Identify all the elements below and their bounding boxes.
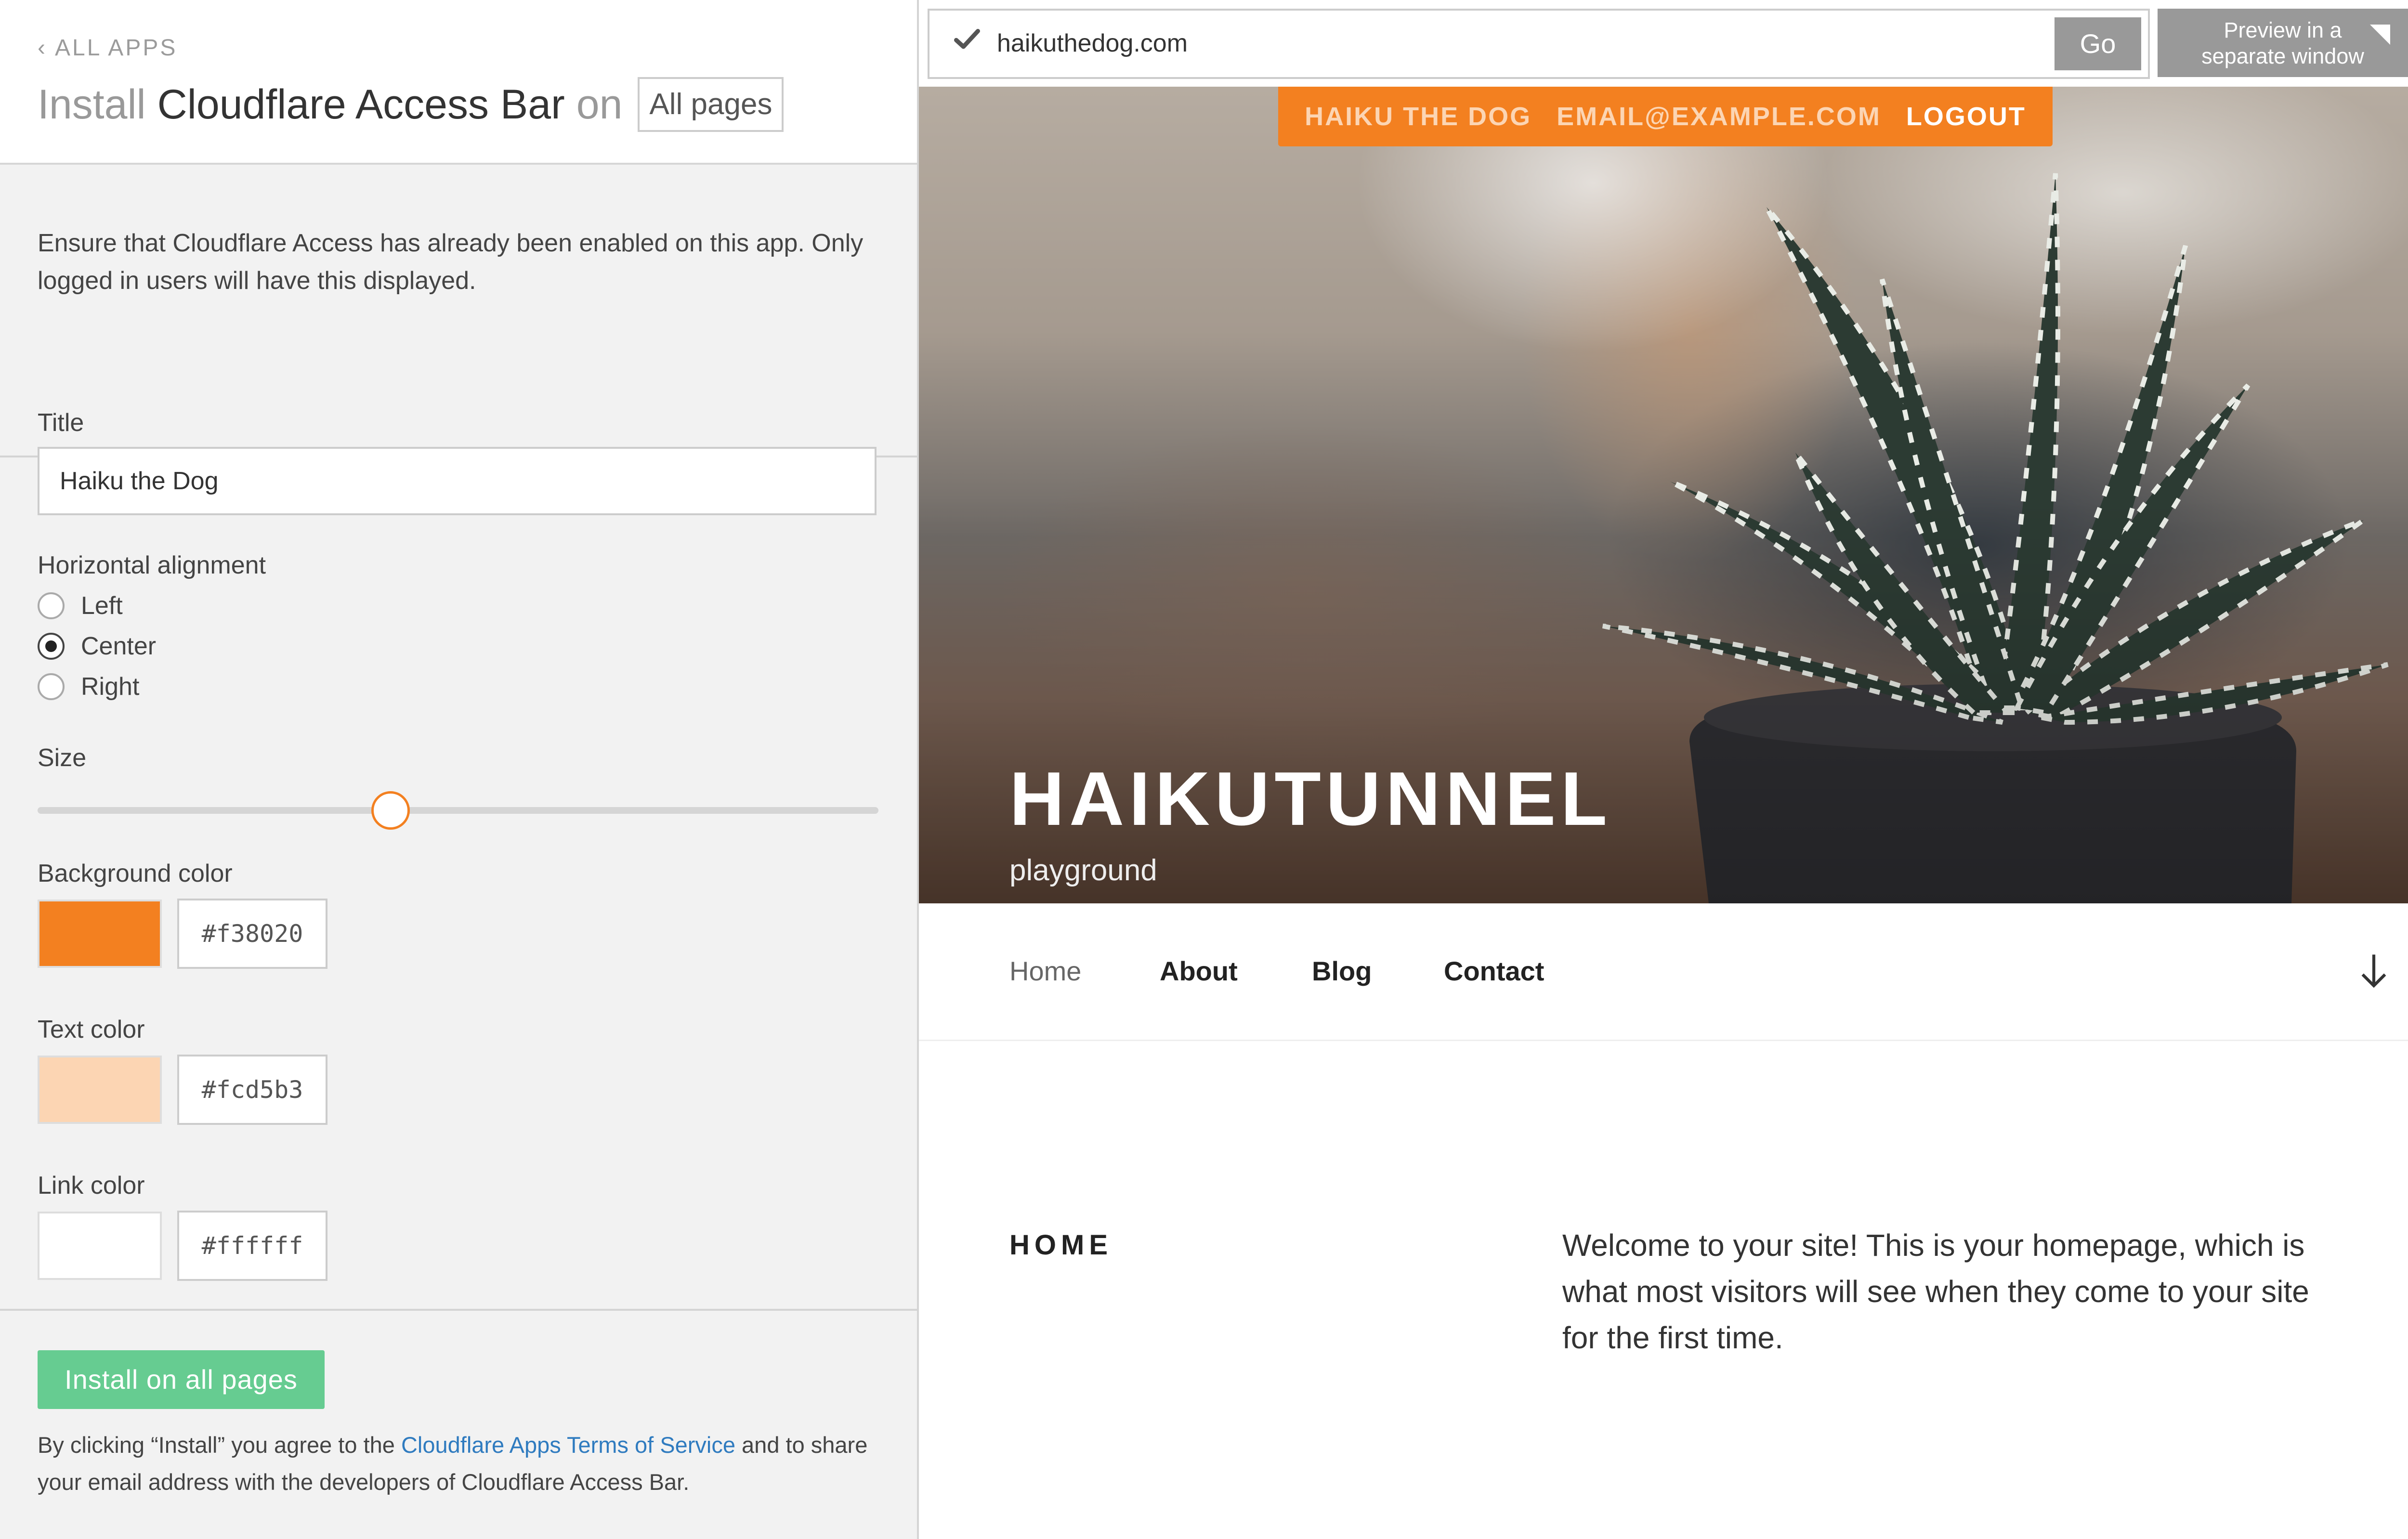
arrow-down-icon[interactable]: [2359, 952, 2389, 990]
nav-item-contact[interactable]: Contact: [1444, 955, 1544, 987]
section-heading: HOME: [1009, 1229, 1112, 1261]
radio-center[interactable]: [38, 633, 65, 660]
alignment-label: Horizontal alignment: [38, 551, 266, 579]
text-color-swatch[interactable]: [38, 1056, 162, 1124]
radio-right[interactable]: [38, 673, 65, 700]
alignment-option-left[interactable]: Left: [38, 591, 123, 620]
site-preview-panel: haikuthedog.com Go Preview in a separate…: [919, 0, 2408, 1539]
alignment-option-right[interactable]: Right: [38, 672, 139, 701]
background-color-label: Background color: [38, 860, 233, 887]
title-input[interactable]: Haiku the Dog: [38, 447, 877, 515]
all-apps-label: ALL APPS: [54, 35, 178, 61]
background-color-input[interactable]: #f38020: [177, 899, 327, 969]
title-label: Title: [38, 409, 84, 437]
alignment-option-center[interactable]: Center: [38, 632, 156, 661]
size-slider-handle[interactable]: [371, 791, 410, 830]
go-button[interactable]: Go: [2055, 17, 2141, 70]
footer-divider: [0, 1309, 917, 1311]
radio-left[interactable]: [38, 592, 65, 619]
nav-item-blog[interactable]: Blog: [1312, 955, 1372, 987]
site-hero: HAIKUTUNNEL playground: [919, 87, 2408, 903]
access-bar-logout-link[interactable]: LOGOUT: [1906, 102, 2026, 131]
size-label: Size: [38, 744, 87, 772]
alignment-right-label: Right: [81, 673, 140, 701]
preview-url-bar[interactable]: haikuthedog.com Go: [928, 9, 2150, 79]
terms-of-service-link[interactable]: Cloudflare Apps Terms of Service: [401, 1432, 735, 1458]
all-apps-link[interactable]: ‹ ALL APPS: [38, 35, 177, 61]
access-notice: Ensure that Cloudflare Access has alread…: [38, 229, 864, 295]
preview-toolbar: haikuthedog.com Go Preview in a separate…: [919, 0, 2408, 87]
link-color-label: Link color: [38, 1172, 145, 1200]
terms-notice: By clicking “Install” you agree to the C…: [38, 1426, 895, 1500]
access-bar-email: EMAIL@EXAMPLE.COM: [1557, 102, 1881, 131]
page-scope-select[interactable]: All pages: [638, 77, 784, 132]
preview-url-input[interactable]: haikuthedog.com: [997, 29, 1188, 58]
alignment-center-label: Center: [81, 632, 157, 660]
link-color-input[interactable]: #ffffff: [177, 1211, 327, 1281]
welcome-text: Welcome to your site! This is your homep…: [1562, 1228, 2309, 1355]
site-title[interactable]: HAIKUTUNNEL: [1009, 761, 1612, 837]
panel-header: ‹ ALL APPS Install Cloudflare Access Bar…: [0, 0, 917, 165]
site-navigation: Home About Blog Contact: [919, 903, 2408, 1041]
app-name: Cloudflare Access Bar: [157, 81, 565, 128]
check-icon: [954, 29, 980, 49]
install-button[interactable]: Install on all pages: [38, 1350, 325, 1409]
title-prefix: Install: [38, 81, 146, 128]
alignment-left-label: Left: [81, 592, 123, 620]
site-tagline: playground: [1009, 854, 1157, 887]
page-title: Install Cloudflare Access Bar on All pag…: [38, 77, 784, 132]
popout-icon: [2370, 25, 2390, 45]
access-bar: HAIKU THE DOG EMAIL@EXAMPLE.COM LOGOUT: [1278, 87, 2053, 146]
text-color-label: Text color: [38, 1016, 145, 1043]
terms-text-before: By clicking “Install” you agree to the: [38, 1432, 401, 1458]
title-connector: on: [576, 81, 623, 128]
background-color-swatch[interactable]: [38, 900, 162, 968]
nav-item-home[interactable]: Home: [1009, 955, 1081, 987]
size-slider-track[interactable]: [38, 807, 878, 814]
access-bar-user-name: HAIKU THE DOG: [1305, 102, 1532, 131]
text-color-input[interactable]: #fcd5b3: [177, 1055, 327, 1125]
app-settings-panel: ‹ ALL APPS Install Cloudflare Access Bar…: [0, 0, 919, 1539]
preview-separate-window-button[interactable]: Preview in a separate window: [2158, 9, 2408, 77]
nav-item-about[interactable]: About: [1160, 955, 1238, 987]
chevron-left-icon: ‹: [38, 35, 47, 61]
link-color-swatch[interactable]: [38, 1212, 162, 1280]
